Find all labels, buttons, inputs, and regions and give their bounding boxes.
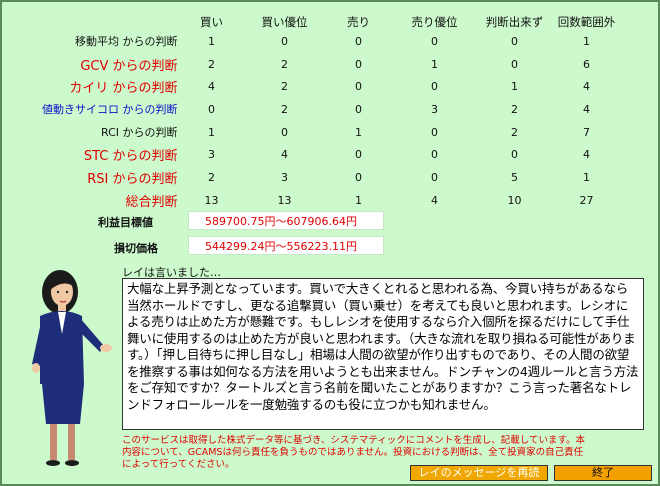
stoploss-label: 損切価格 — [114, 242, 158, 255]
app-window: 買い 買い優位 売り 売り優位 判断出来ず 回数範囲外 移動平均 からの判断 1 0… — [0, 0, 660, 486]
judgement-table: 買い 買い優位 売り 売り優位 判断出来ず 回数範囲外 移動平均 からの判断 1 0… — [42, 14, 622, 212]
table-cell: 27 — [579, 193, 594, 207]
row-label: RCI からの判断 — [100, 126, 178, 140]
table-cell: 13 — [204, 193, 219, 207]
row-label: 総合判断 — [125, 194, 178, 210]
table-cell: 1 — [511, 80, 518, 94]
reread-message-button[interactable]: レイのメッセージを再読 — [410, 465, 548, 481]
table-cell: 1 — [431, 57, 438, 71]
table-cell: 0 — [511, 57, 518, 71]
table-cell: 4 — [431, 193, 438, 207]
table-cell: 0 — [281, 125, 288, 139]
table-cell: 0 — [355, 148, 362, 162]
table-cell: 0 — [355, 80, 362, 94]
row-label: STC からの判断 — [83, 149, 178, 165]
col-header: 買い — [200, 15, 223, 29]
table-cell: 2 — [281, 102, 288, 116]
table-row: カイリ からの判断 4 2 0 0 1 4 — [42, 75, 622, 98]
table-row: 総合判断 13 13 1 4 10 27 — [42, 189, 622, 212]
row-label: カイリ からの判断 — [69, 81, 178, 97]
table-cell: 0 — [355, 102, 362, 116]
table-cell: 5 — [511, 170, 518, 184]
end-button[interactable]: 終了 — [554, 465, 652, 481]
table-cell: 0 — [355, 34, 362, 48]
row-label: RSI からの判断 — [87, 171, 178, 187]
table-cell: 4 — [583, 148, 590, 162]
row-label: 値動きサイコロ からの判断 — [42, 103, 178, 117]
table-cell: 0 — [511, 34, 518, 48]
table-row: RSI からの判断 2 3 0 0 5 1 — [42, 166, 622, 189]
table-cell: 0 — [355, 170, 362, 184]
table-cell: 0 — [281, 34, 288, 48]
table-row: STC からの判断 3 4 0 0 0 4 — [42, 143, 622, 166]
table-cell: 1 — [355, 125, 362, 139]
table-row: RCI からの判断 1 0 1 0 2 7 — [42, 121, 622, 144]
table-cell: 2 — [281, 57, 288, 71]
table-cell: 1 — [355, 193, 362, 207]
table-cell: 2 — [281, 80, 288, 94]
table-header-row: 買い 買い優位 売り 売り優位 判断出来ず 回数範囲外 — [42, 14, 622, 30]
table-cell: 7 — [583, 125, 590, 139]
target-value: 589700.75円～607906.64円 — [188, 211, 384, 230]
table-cell: 13 — [277, 193, 292, 207]
col-header: 判断出来ず — [485, 15, 544, 29]
table-row: GCV からの判断 2 2 0 1 0 6 — [42, 53, 622, 76]
table-cell: 0 — [431, 170, 438, 184]
table-cell: 0 — [355, 57, 362, 71]
table-cell: 1 — [208, 34, 215, 48]
table-cell: 1 — [208, 125, 215, 139]
table-cell: 4 — [208, 80, 215, 94]
col-header: 売り — [347, 15, 370, 29]
table-cell: 4 — [583, 80, 590, 94]
table-cell: 0 — [431, 34, 438, 48]
assistant-avatar — [32, 270, 112, 466]
table-cell: 0 — [431, 125, 438, 139]
table-cell: 3 — [431, 102, 438, 116]
header-blank — [42, 14, 180, 30]
table-cell: 2 — [511, 125, 518, 139]
table-cell: 3 — [208, 148, 215, 162]
table-cell: 6 — [583, 57, 590, 71]
table-row: 値動きサイコロ からの判断 0 2 0 3 2 4 — [42, 98, 622, 121]
table-cell: 2 — [208, 57, 215, 71]
table-cell: 0 — [208, 102, 215, 116]
table-cell: 10 — [507, 193, 522, 207]
table-cell: 0 — [511, 148, 518, 162]
speech-text-box[interactable]: 大幅な上昇予測となっています。買いで大きくとれると思われる為、今買い持ちがあるな… — [122, 278, 644, 430]
row-label: GCV からの判断 — [80, 58, 178, 74]
table-cell: 1 — [583, 34, 590, 48]
stoploss-value: 544299.24円～556223.11円 — [188, 236, 384, 255]
col-header: 売り優位 — [411, 15, 458, 29]
table-cell: 2 — [511, 102, 518, 116]
table-cell: 4 — [583, 102, 590, 116]
table-cell: 0 — [431, 148, 438, 162]
target-label: 利益目標値 — [98, 216, 153, 229]
table-cell: 4 — [281, 148, 288, 162]
col-header: 回数範囲外 — [557, 15, 616, 29]
table-cell: 2 — [208, 170, 215, 184]
table-cell: 0 — [431, 80, 438, 94]
table-cell: 1 — [583, 170, 590, 184]
table-row: 移動平均 からの判断 1 0 0 0 0 1 — [42, 30, 622, 53]
col-header: 買い優位 — [261, 15, 308, 29]
row-label: 移動平均 からの判断 — [75, 35, 178, 49]
table-cell: 3 — [281, 170, 288, 184]
